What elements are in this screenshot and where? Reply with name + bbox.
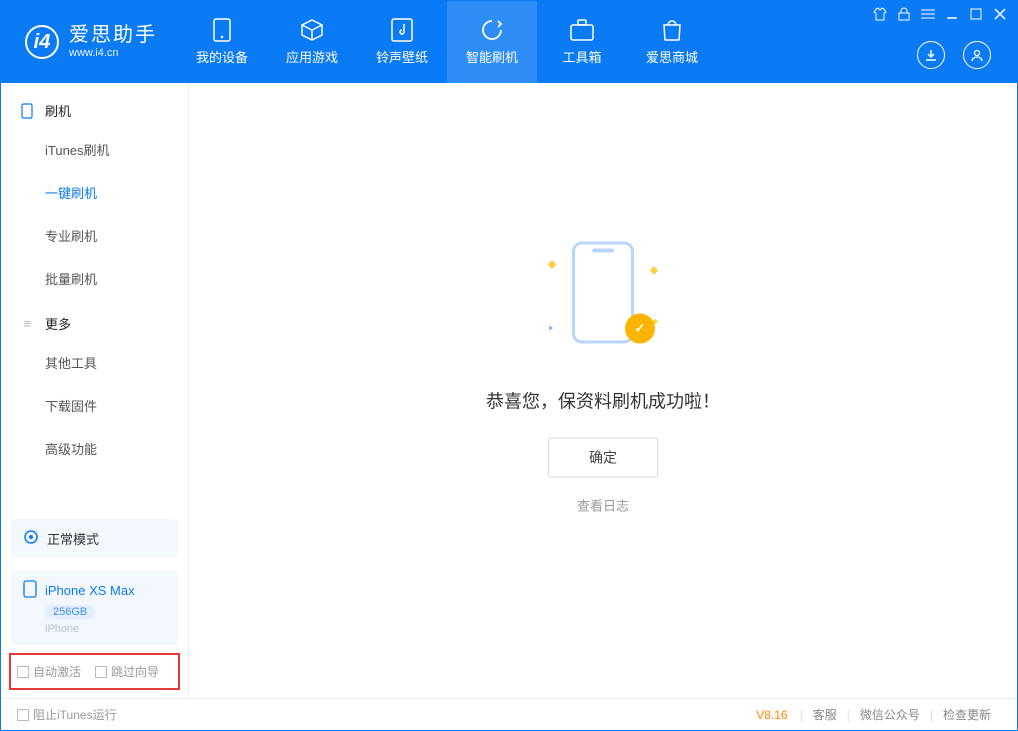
footer-link-wechat[interactable]: 微信公众号	[860, 706, 920, 723]
sidebar-section-title: 刷机	[45, 101, 71, 120]
menu-icon[interactable]	[921, 7, 935, 21]
options-highlight: 自动激活 跳过向导	[9, 653, 180, 690]
window-controls	[873, 7, 1007, 21]
success-illustration: ✓	[523, 242, 683, 362]
more-icon: ≡	[19, 316, 35, 332]
app-logo: i4 爱思助手 www.i4.cn	[1, 1, 177, 83]
sidebar-item-pro-flash[interactable]: 专业刷机	[1, 214, 188, 257]
close-icon[interactable]	[993, 7, 1007, 21]
sidebar-section-flash: 刷机	[1, 87, 188, 128]
cb-label: 阻止iTunes运行	[33, 706, 117, 723]
nav-label: 智能刷机	[466, 47, 518, 66]
mode-icon	[23, 529, 39, 548]
sidebar-item-other-tools[interactable]: 其他工具	[1, 341, 188, 384]
nav-label: 铃声壁纸	[376, 47, 428, 66]
phone-icon	[210, 18, 234, 42]
download-button[interactable]	[917, 41, 945, 69]
nav-label: 爱思商城	[646, 47, 698, 66]
nav-toolbox[interactable]: 工具箱	[537, 1, 627, 83]
user-button[interactable]	[963, 41, 991, 69]
footer: 阻止iTunes运行 V8.16 | 客服 | 微信公众号 | 检查更新	[1, 698, 1017, 730]
mode-label: 正常模式	[47, 529, 99, 548]
footer-link-support[interactable]: 客服	[813, 706, 837, 723]
nav-my-device[interactable]: 我的设备	[177, 1, 267, 83]
mode-card[interactable]: 正常模式	[11, 519, 178, 558]
maximize-icon[interactable]	[969, 7, 983, 21]
main-content: ✓ 恭喜您，保资料刷机成功啦！ 确定 查看日志	[189, 83, 1017, 698]
cb-label: 跳过向导	[111, 663, 159, 680]
sync-icon	[480, 18, 504, 42]
briefcase-icon	[570, 18, 594, 42]
device-type: iPhone	[45, 623, 79, 635]
checkbox-auto-activate[interactable]: 自动激活	[17, 663, 81, 680]
minimize-icon[interactable]	[945, 7, 959, 21]
nav-smart-flash[interactable]: 智能刷机	[447, 1, 537, 83]
sidebar-section-title: 更多	[45, 314, 71, 333]
app-subtitle: www.i4.cn	[69, 47, 157, 60]
header-right-buttons	[917, 41, 991, 69]
nav-store[interactable]: 爱思商城	[627, 1, 717, 83]
sidebar-item-batch-flash[interactable]: 批量刷机	[1, 257, 188, 300]
sidebar-section-more: ≡ 更多	[1, 300, 188, 341]
shirt-icon[interactable]	[873, 7, 887, 21]
sidebar-item-advanced[interactable]: 高级功能	[1, 427, 188, 470]
nav-label: 应用游戏	[286, 47, 338, 66]
view-log-link[interactable]: 查看日志	[393, 496, 813, 515]
cube-icon	[300, 18, 324, 42]
footer-link-update[interactable]: 检查更新	[943, 706, 991, 723]
logo-badge-icon: i4	[25, 25, 59, 59]
device-capacity: 256GB	[45, 605, 95, 619]
lock-icon[interactable]	[897, 7, 911, 21]
device-icon	[23, 580, 37, 601]
nav-app-game[interactable]: 应用游戏	[267, 1, 357, 83]
main-nav: 我的设备 应用游戏 铃声壁纸 智能刷机 工具箱 爱思商城	[177, 1, 717, 83]
version-label: V8.16	[756, 708, 787, 722]
device-card[interactable]: iPhone XS Max 256GB iPhone	[11, 570, 178, 645]
sidebar-item-download-firmware[interactable]: 下载固件	[1, 384, 188, 427]
sidebar-item-oneclick-flash[interactable]: 一键刷机	[1, 171, 188, 214]
cb-label: 自动激活	[33, 663, 81, 680]
checkbox-block-itunes[interactable]: 阻止iTunes运行	[17, 706, 117, 723]
success-message: 恭喜您，保资料刷机成功啦！	[393, 388, 813, 414]
nav-label: 我的设备	[196, 47, 248, 66]
check-icon: ✓	[625, 314, 655, 344]
ok-button[interactable]: 确定	[548, 438, 658, 478]
header: i4 爱思助手 www.i4.cn 我的设备 应用游戏 铃声壁纸 智能刷机	[1, 1, 1017, 83]
bag-icon	[660, 18, 684, 42]
music-note-icon	[390, 18, 414, 42]
sidebar-item-itunes-flash[interactable]: iTunes刷机	[1, 128, 188, 171]
checkbox-skip-guide[interactable]: 跳过向导	[95, 663, 159, 680]
nav-label: 工具箱	[562, 47, 601, 66]
device-name: iPhone XS Max	[45, 583, 135, 598]
sidebar: 刷机 iTunes刷机 一键刷机 专业刷机 批量刷机 ≡ 更多 其他工具 下载固…	[1, 83, 189, 698]
device-icon	[19, 103, 35, 119]
nav-ring-wall[interactable]: 铃声壁纸	[357, 1, 447, 83]
app-title: 爱思助手	[69, 23, 157, 47]
